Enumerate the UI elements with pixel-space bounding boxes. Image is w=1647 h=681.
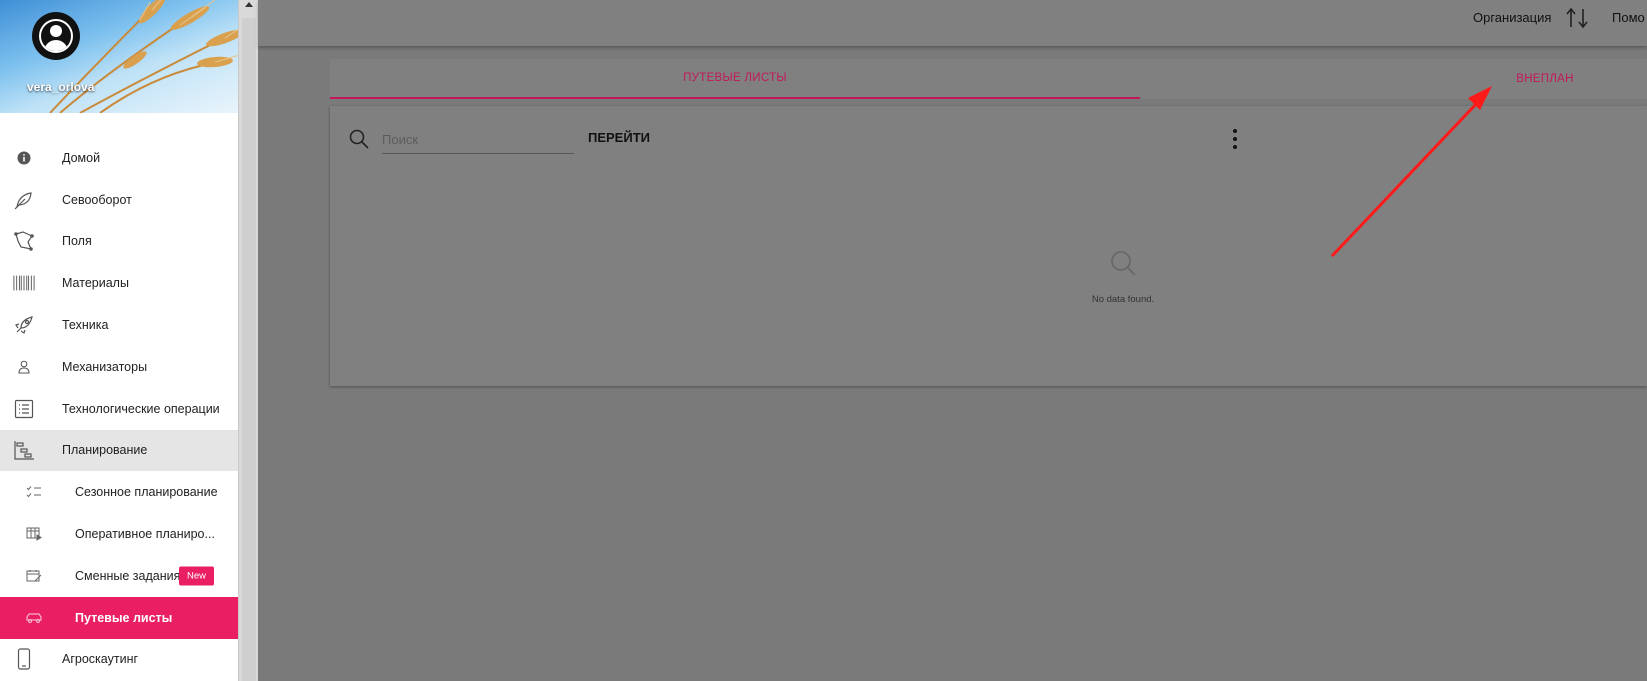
empty-state-message: No data found. — [1091, 294, 1155, 305]
sidebar-item-planning[interactable]: Планирование — [0, 429, 238, 472]
sidebar-scrollbar[interactable] — [238, 0, 258, 681]
planning-icon — [13, 439, 35, 461]
sidebar-item-crop-rotation[interactable]: Севооборот — [0, 179, 238, 221]
scroll-up-arrow-icon[interactable] — [242, 0, 256, 8]
sidebar-item-materials[interactable]: Материалы — [0, 262, 238, 304]
person-icon — [13, 356, 35, 378]
sidebar-item-operational-planning[interactable]: Оперативное планиро... — [0, 513, 238, 555]
sidebar-item-tech-operations[interactable]: Технологические операции — [0, 388, 238, 430]
sidebar-item-label: Оперативное планиро... — [75, 527, 215, 542]
sidebar-item-label: Агроскаутинг — [62, 652, 139, 667]
sidebar-item-label: Техника — [62, 318, 109, 333]
sidebar-item-label: Домой — [62, 150, 101, 165]
sidebar-item-label: Механизаторы — [62, 359, 148, 374]
sidebar: vera_orlova Домой Севооборот Поля Матери… — [0, 0, 238, 681]
calendar-play-icon — [25, 525, 43, 543]
sidebar-item-label: Сменные задания — [75, 568, 181, 583]
annotation-arrow — [1330, 86, 1492, 258]
tab-waybills[interactable]: ПУТЕВЫЕ ЛИСТЫ — [330, 59, 1140, 99]
search-icon — [349, 129, 369, 149]
leaf-icon — [13, 189, 35, 211]
sidebar-item-seasonal-planning[interactable]: Сезонное планирование — [0, 471, 238, 513]
sidebar-item-label: Планирование — [62, 443, 148, 458]
rocket-icon — [13, 314, 35, 336]
phone-icon — [13, 648, 35, 671]
new-badge: New — [179, 566, 215, 586]
sidebar-item-label: Материалы — [62, 276, 129, 291]
sidebar-item-label: Технологические операции — [62, 401, 220, 416]
car-icon — [25, 609, 43, 627]
swap-organization-icon[interactable] — [1564, 5, 1590, 31]
sidebar-item-label: Севооборот — [62, 192, 132, 207]
help-label[interactable]: Помо — [1612, 10, 1645, 25]
sidebar-item-label: Сезонное планирование — [75, 485, 218, 500]
info-icon — [13, 147, 35, 169]
sidebar-item-waybills[interactable]: Путевые листы — [0, 596, 238, 639]
sidebar-item-operators[interactable]: Механизаторы — [0, 346, 238, 388]
sidebar-item-home[interactable]: Домой — [0, 137, 238, 179]
profile-header: vera_orlova — [0, 0, 238, 113]
sidebar-item-shift-tasks[interactable]: Сменные задания New — [0, 555, 238, 597]
top-bar: Организация Помо — [258, 0, 1647, 46]
sidebar-item-agroscouting[interactable]: Агроскаутинг — [0, 639, 238, 681]
calendar-edit-icon — [25, 567, 43, 585]
sidebar-item-label: Путевые листы — [75, 610, 173, 625]
go-button[interactable]: ПЕРЕЙТИ — [588, 130, 650, 145]
barcode-icon — [13, 272, 35, 294]
list-icon — [13, 398, 35, 420]
sidebar-item-machinery[interactable]: Техника — [0, 304, 238, 346]
sidebar-menu: Домой Севооборот Поля Материалы Техника — [0, 137, 238, 680]
search-input[interactable] — [382, 126, 574, 154]
checklist-icon — [25, 483, 43, 501]
username: vera_orlova — [27, 80, 95, 94]
empty-search-icon — [1111, 251, 1136, 276]
sidebar-item-fields[interactable]: Поля — [0, 221, 238, 263]
scrollbar-thumb[interactable] — [242, 18, 256, 681]
field-map-icon — [13, 230, 35, 252]
organization-label[interactable]: Организация — [1473, 10, 1551, 25]
sidebar-item-label: Поля — [62, 234, 92, 249]
more-vertical-icon[interactable] — [1230, 126, 1240, 152]
avatar[interactable] — [32, 12, 80, 60]
